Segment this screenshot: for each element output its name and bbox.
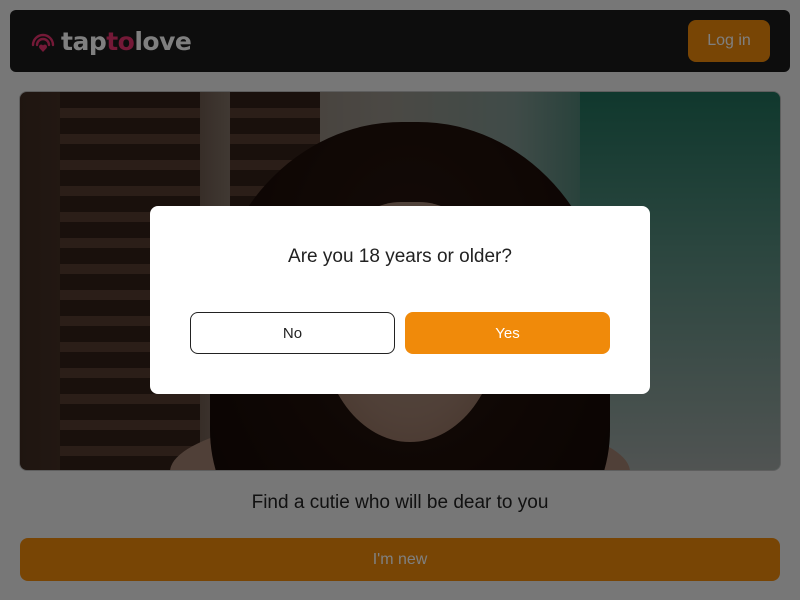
age-question: Are you 18 years or older? bbox=[288, 246, 512, 267]
no-button[interactable]: No bbox=[190, 312, 395, 354]
age-verification-dialog: Are you 18 years or older? No Yes bbox=[150, 206, 650, 394]
yes-button[interactable]: Yes bbox=[405, 312, 610, 354]
